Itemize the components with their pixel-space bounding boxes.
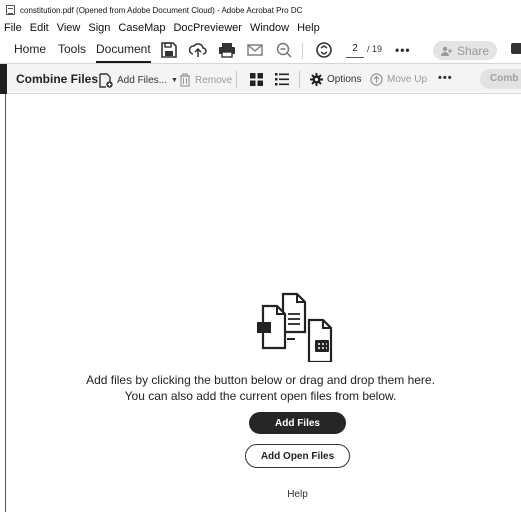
title-bar: constitution.pdf (Opened from Adobe Docu… [0, 0, 521, 20]
share-label: Share [456, 43, 490, 58]
add-user-icon [440, 46, 452, 56]
combine-files-illustration [257, 292, 333, 362]
main-toolbar: Home Tools Document 2 / 19 ••• Share [0, 35, 521, 64]
toolbar-edge [0, 64, 7, 94]
workspace-border [5, 94, 6, 512]
help-link[interactable]: Help [0, 489, 521, 500]
document-icon [6, 5, 15, 15]
remove-label: Remove [195, 74, 233, 86]
add-files-dropdown[interactable]: Add Files... ▼ [99, 73, 178, 88]
share-button[interactable]: Share [433, 41, 497, 60]
gear-icon [310, 73, 323, 86]
page-total: / 19 [367, 44, 383, 54]
print-icon[interactable] [218, 41, 236, 59]
more-icon[interactable]: ••• [395, 43, 411, 57]
page-number-input[interactable]: 2 [346, 41, 364, 58]
window-title: constitution.pdf (Opened from Adobe Docu… [20, 5, 303, 15]
move-up-button[interactable]: Move Up [370, 73, 427, 86]
menu-edit[interactable]: Edit [30, 22, 49, 34]
chevron-down-icon: ▼ [171, 77, 178, 84]
instruction-line-2: You can also add the current open files … [124, 389, 397, 403]
menu-file[interactable]: File [4, 22, 22, 34]
email-icon[interactable] [246, 41, 264, 59]
remove-button[interactable]: Remove [179, 73, 232, 87]
toolbar-divider [299, 71, 300, 88]
menu-window[interactable]: Window [250, 22, 289, 34]
tab-document[interactable]: Document [96, 42, 151, 63]
add-files-label: Add Files... [117, 75, 168, 86]
list-view-icon[interactable] [275, 73, 289, 86]
save-icon[interactable] [160, 41, 178, 59]
grid-view-icon[interactable] [250, 73, 263, 86]
combine-button[interactable]: Comb [480, 69, 521, 89]
more-options-icon[interactable]: ••• [438, 72, 453, 84]
comment-icon[interactable] [511, 43, 521, 54]
options-label: Options [327, 74, 362, 85]
add-file-icon [99, 73, 113, 88]
menu-docpreviewer[interactable]: DocPreviewer [173, 22, 241, 34]
tab-tools[interactable]: Tools [58, 42, 86, 56]
add-files-button[interactable]: Add Files [249, 412, 346, 434]
combine-files-toolbar: Combine Files Add Files... ▼ Remove Opti… [0, 64, 521, 94]
menu-bar: File Edit View Sign CaseMap DocPreviewer… [0, 20, 521, 35]
zoom-out-icon[interactable] [275, 41, 293, 59]
menu-casemap[interactable]: CaseMap [118, 22, 165, 34]
toolbar-divider [302, 43, 303, 59]
instruction-line-1: Add files by clicking the button below o… [86, 373, 435, 387]
move-up-label: Move Up [387, 74, 428, 85]
add-open-files-button[interactable]: Add Open Files [245, 444, 350, 468]
page-navigation-icon[interactable] [315, 41, 333, 59]
arrow-up-circle-icon [370, 73, 383, 86]
options-button[interactable]: Options [310, 73, 361, 86]
toolbar-divider [236, 71, 237, 88]
tab-home[interactable]: Home [14, 42, 46, 56]
upload-icon[interactable] [189, 41, 207, 59]
menu-view[interactable]: View [57, 22, 81, 34]
menu-help[interactable]: Help [297, 22, 320, 34]
menu-sign[interactable]: Sign [88, 22, 110, 34]
trash-icon [180, 73, 190, 87]
combine-files-title: Combine Files [16, 72, 99, 86]
